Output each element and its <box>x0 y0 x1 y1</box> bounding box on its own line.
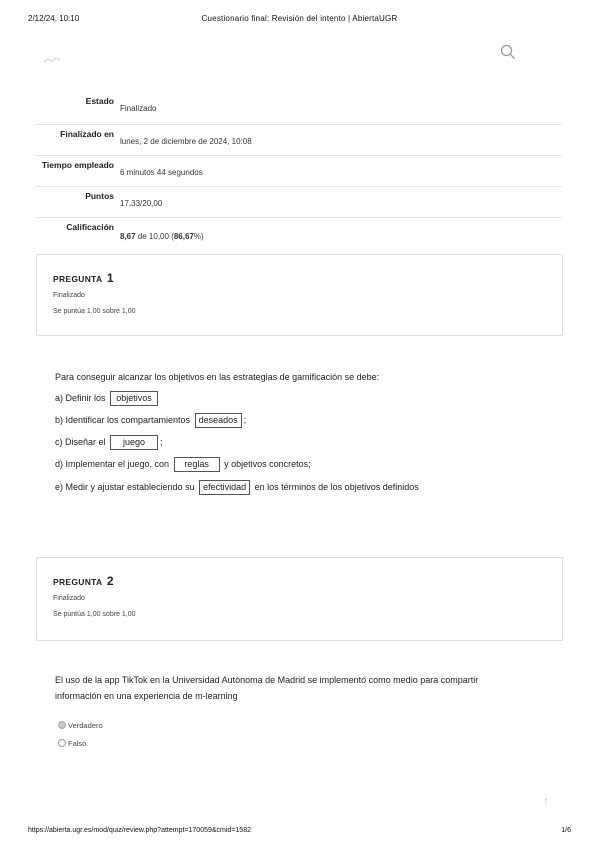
arrow-up-icon[interactable]: ↑ <box>543 794 549 808</box>
summary-value: lunes, 2 de diciembre de 2024, 10:08 <box>120 137 252 146</box>
option-verdadero[interactable]: Verdadero <box>58 721 103 730</box>
summary-row-finalizado-en: Finalizado en lunes, 2 de diciembre de 2… <box>36 125 562 156</box>
answer-box: deseados <box>194 413 242 428</box>
print-url: https://abierta.ugr.es/mod/quiz/review.p… <box>28 827 251 834</box>
question-number: PREGUNTA 2 <box>53 574 114 588</box>
question-info-2: PREGUNTA 2 Finalizado Se puntúa 1,00 sob… <box>36 557 563 641</box>
summary-label: Finalizado en <box>60 129 114 139</box>
summary-grade-value: 8,67 de 10,00 (86,67%) <box>120 232 204 241</box>
question-grade: Se puntúa 1,00 sobre 1,00 <box>53 611 136 618</box>
question-1-text: Para conseguir alcanzar los objetivos en… <box>55 372 380 382</box>
answer-box: objetivos <box>110 391 159 406</box>
option-falso[interactable]: Falso <box>58 739 86 748</box>
question-info-1: PREGUNTA 1 Finalizado Se puntúa 1,00 sob… <box>36 254 563 336</box>
answer-box: efectividad <box>199 480 251 495</box>
question-grade: Se puntúa 1,00 sobre 1,00 <box>53 308 136 315</box>
summary-value: 17,33/20,00 <box>120 199 163 208</box>
search-icon[interactable] <box>500 44 516 60</box>
summary-value: Finalizado <box>120 104 157 113</box>
question-2-text: El uso de la app TikTok en la Universida… <box>55 675 479 701</box>
summary-row-puntos: Puntos 17,33/20,00 <box>36 187 562 218</box>
answer-box: reglas <box>173 457 220 472</box>
question-state: Finalizado <box>53 292 85 299</box>
site-logo[interactable] <box>42 52 62 63</box>
summary-label: Puntos <box>85 191 114 201</box>
summary-value: 6 minutos 44 segundos <box>120 168 203 177</box>
print-title: Cuestionario final: Revisión del intento… <box>201 14 398 23</box>
summary-label: Calificación <box>66 222 114 232</box>
summary-row-tiempo: Tiempo empleado 6 minutos 44 segundos <box>36 156 562 187</box>
grade-score: 8,67 <box>120 232 136 241</box>
print-header: 2/12/24, 10:10 Cuestionario final: Revis… <box>28 14 571 26</box>
cloze-item-e: e) Medir y ajustar estableciendo su efec… <box>55 480 419 495</box>
summary-row-calificacion: Calificación 8,67 de 10,00 (86,67%) <box>36 218 562 250</box>
radio-checked-icon[interactable] <box>58 721 66 729</box>
radio-unchecked-icon[interactable] <box>58 739 66 747</box>
answer-box: juego <box>110 435 159 450</box>
summary-row-estado: Estado Finalizado <box>36 92 562 125</box>
summary-label: Estado <box>85 96 114 106</box>
cloze-item-a: a) Definir los objetivos <box>55 391 160 406</box>
summary-label: Tiempo empleado <box>41 160 114 170</box>
cloze-item-d: d) Implementar el juego, con reglas y ob… <box>55 457 311 472</box>
question-number: PREGUNTA 1 <box>53 271 114 285</box>
cloze-item-c: c) Diseñar el juego; <box>55 435 163 450</box>
question-state: Finalizado <box>53 595 85 602</box>
cloze-item-b: b) Identificar los compartamientos desea… <box>55 413 246 428</box>
grade-percent: 86,67 <box>173 232 194 241</box>
page-number: 1/6 <box>561 827 571 834</box>
attempt-summary-table: Estado Finalizado Finalizado en lunes, 2… <box>36 92 562 250</box>
